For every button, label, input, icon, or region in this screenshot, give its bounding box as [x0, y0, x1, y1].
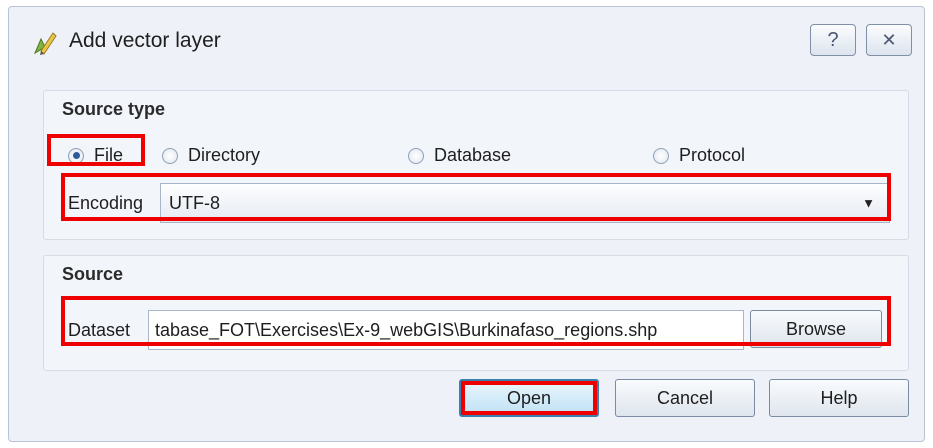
radio-database-label: Database: [434, 145, 512, 165]
vector-layer-icon: [33, 32, 57, 55]
help-button[interactable]: Help: [769, 379, 909, 417]
dialog-title: Add vector layer: [69, 29, 221, 52]
help-title-button[interactable]: ?: [810, 24, 856, 56]
source-type-title: Source type: [62, 99, 166, 119]
close-button[interactable]: ✕: [866, 24, 912, 56]
radio-directory-label: Directory: [188, 145, 261, 165]
cancel-button[interactable]: Cancel: [615, 379, 755, 417]
radio-directory[interactable]: Directory: [162, 145, 260, 166]
highlight-source: [61, 296, 891, 346]
add-vector-layer-dialog: Add vector layer ? ✕ Source type File Di…: [8, 6, 925, 442]
radio-protocol[interactable]: Protocol: [653, 145, 745, 166]
radio-protocol-indicator[interactable]: [653, 147, 669, 164]
radio-database[interactable]: Database: [408, 145, 511, 166]
source-title: Source: [62, 264, 124, 284]
close-icon: ✕: [881, 29, 897, 50]
radio-protocol-label: Protocol: [679, 145, 746, 165]
radio-directory-indicator[interactable]: [162, 147, 178, 164]
highlight-encoding: [61, 173, 891, 221]
highlight-open: [461, 381, 597, 415]
highlight-file-radio: [47, 134, 145, 166]
radio-database-indicator[interactable]: [408, 147, 424, 164]
title-bar: Add vector layer ? ✕: [9, 7, 924, 77]
question-icon: ?: [827, 28, 839, 51]
